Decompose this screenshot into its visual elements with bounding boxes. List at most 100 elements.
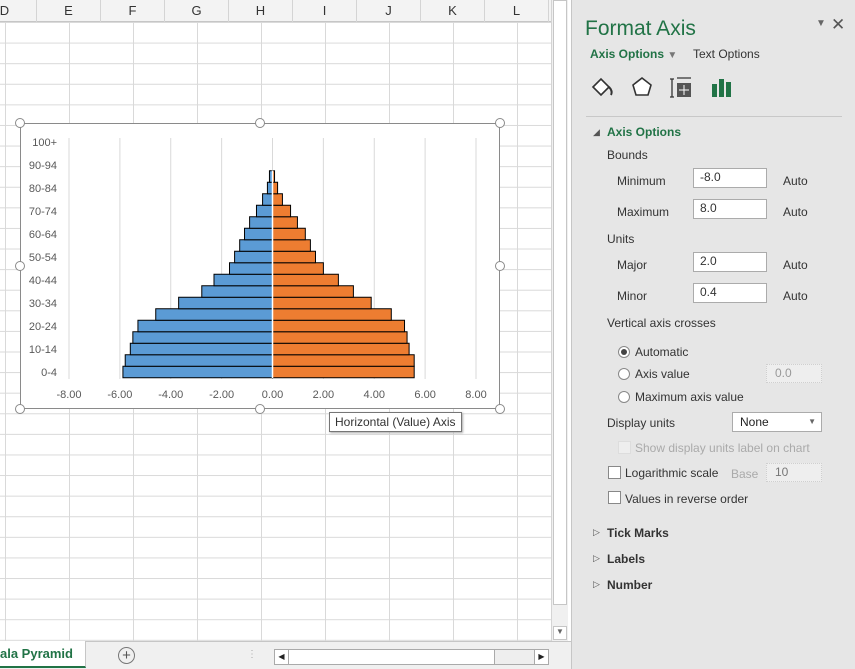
bar-right-80-84	[272, 181, 279, 195]
section-number[interactable]: Number	[607, 578, 652, 592]
x-tick-label: 2.00	[313, 389, 334, 401]
sheet-tab[interactable]: ala Pyramid	[0, 641, 86, 668]
column-header-F[interactable]: F	[101, 0, 165, 22]
expand-icon[interactable]: ▷	[593, 579, 600, 590]
bar-right-20-24	[272, 319, 406, 333]
units-label: Units	[607, 232, 635, 246]
column-header-J[interactable]: J	[357, 0, 421, 22]
bar-left-80-84	[266, 181, 274, 195]
radio-axis-value-label[interactable]: Axis value	[635, 367, 690, 381]
minimum-auto-button[interactable]: Auto	[783, 174, 808, 188]
radio-automatic-label[interactable]: Automatic	[635, 345, 688, 359]
column-header-E[interactable]: E	[37, 0, 101, 22]
collapse-icon[interactable]: ◢	[593, 127, 600, 138]
bar-right-10-14	[272, 342, 410, 356]
column-header-D[interactable]: D	[0, 0, 37, 22]
resize-handle[interactable]	[255, 404, 265, 414]
tab-text-options[interactable]: Text Options	[693, 47, 760, 61]
section-labels[interactable]: Labels	[607, 552, 645, 566]
format-axis-pane: Format Axis ▼ ✕ Axis Options ▼ Text Opti…	[571, 0, 855, 669]
minimum-label: Minimum	[617, 174, 666, 188]
show-units-checkbox[interactable]	[618, 441, 631, 454]
section-tick-marks[interactable]: Tick Marks	[607, 526, 669, 540]
radio-maximum-label[interactable]: Maximum axis value	[635, 390, 744, 404]
bar-left-75-79	[262, 193, 274, 206]
tab-axis-label: Axis Options	[590, 47, 665, 61]
pane-title: Format Axis	[585, 17, 696, 40]
minor-label: Minor	[617, 289, 648, 303]
splitter-icon[interactable]: ⋮	[247, 649, 257, 660]
display-units-label: Display units	[607, 416, 676, 430]
population-pyramid-chart[interactable]: -8.00 -6.00 -4.00 -2.00 0.00 2.00 4.00 6.00 8.00…	[15, 118, 505, 414]
resize-handle[interactable]	[495, 118, 505, 128]
bar-left-70-74	[255, 204, 274, 218]
x-tick-label: -2.00	[209, 389, 234, 401]
vertical-scrollbar[interactable]: ▼	[551, 0, 568, 641]
fill-line-icon[interactable]	[589, 75, 615, 101]
reverse-order-label[interactable]: Values in reverse order	[625, 492, 748, 506]
logarithmic-label[interactable]: Logarithmic scale	[625, 466, 718, 480]
add-sheet-icon[interactable]: +	[118, 647, 135, 664]
x-tick-label: 8.00	[465, 389, 486, 401]
bar-left-55-59	[239, 239, 273, 252]
resize-handle[interactable]	[495, 261, 505, 271]
resize-handle[interactable]	[15, 118, 25, 128]
tab-axis-options[interactable]: Axis Options ▼	[590, 47, 677, 61]
resize-handle[interactable]	[495, 404, 505, 414]
pane-options-icon[interactable]: ▼	[816, 18, 826, 29]
major-input[interactable]: 2.0	[693, 252, 767, 272]
resize-handle[interactable]	[15, 261, 25, 271]
logarithmic-checkbox[interactable]	[608, 466, 621, 479]
minimum-input[interactable]: -8.0	[693, 168, 767, 188]
bar-right-45-49	[272, 262, 324, 275]
section-axis-options[interactable]: Axis Options	[607, 125, 681, 139]
minor-input[interactable]: 0.4	[693, 283, 767, 303]
horizontal-scrollbar[interactable]: ◀ ▶	[274, 649, 549, 665]
minor-auto-button[interactable]: Auto	[783, 289, 808, 303]
column-header-I[interactable]: I	[293, 0, 357, 22]
maximum-label: Maximum	[617, 205, 670, 219]
display-units-value: None	[740, 415, 769, 429]
radio-axis-value[interactable]	[618, 368, 630, 380]
bar-left-35-39	[201, 285, 273, 298]
h-scroll-thumb[interactable]	[289, 650, 495, 664]
effects-icon[interactable]	[629, 75, 655, 101]
resize-handle[interactable]	[15, 404, 25, 414]
column-header-G[interactable]: G	[165, 0, 229, 22]
reverse-order-checkbox[interactable]	[608, 491, 621, 504]
axis-options-icon[interactable]	[709, 75, 735, 101]
x-tick-label: 0.00	[262, 389, 283, 401]
bar-right-55-59	[272, 239, 311, 252]
radio-maximum-axis-value[interactable]	[618, 391, 630, 403]
scroll-thumb[interactable]	[553, 0, 567, 605]
bar-left-20-24	[137, 319, 273, 333]
axis-value-input[interactable]: 0.0	[766, 364, 822, 383]
column-header-L[interactable]: L	[485, 0, 549, 22]
maximum-input[interactable]: 8.0	[693, 199, 767, 219]
column-header-H[interactable]: H	[229, 0, 293, 22]
x-tick-label: 6.00	[414, 389, 435, 401]
column-header-K[interactable]: K	[421, 0, 485, 22]
x-tick-label: -6.00	[107, 389, 132, 401]
x-tick-label: -4.00	[158, 389, 183, 401]
close-icon[interactable]: ✕	[831, 15, 845, 35]
size-properties-icon[interactable]	[669, 75, 695, 101]
bar-left-50-54	[234, 250, 274, 264]
maximum-auto-button[interactable]: Auto	[783, 205, 808, 219]
scroll-right-icon[interactable]: ▶	[534, 650, 548, 664]
scroll-down-icon[interactable]: ▼	[553, 626, 567, 640]
major-auto-button[interactable]: Auto	[783, 258, 808, 272]
bar-right-5-9	[272, 354, 415, 367]
radio-automatic[interactable]	[618, 346, 630, 358]
display-units-select[interactable]: None ▼	[732, 412, 822, 432]
base-input[interactable]: 10	[766, 463, 822, 482]
expand-icon[interactable]: ▷	[593, 553, 600, 564]
expand-icon[interactable]: ▷	[593, 527, 600, 538]
bar-right-25-29	[272, 308, 392, 321]
scroll-left-icon[interactable]: ◀	[275, 650, 289, 664]
worksheet[interactable]: DEFGHIJKL -8.00 -6.00 -4.00 -2.00 0.00 2.00 4.…	[0, 0, 551, 641]
resize-handle[interactable]	[255, 118, 265, 128]
x-tick-label: 4.00	[364, 389, 385, 401]
show-units-label: Show display units label on chart	[635, 441, 810, 455]
y-tick-label: 70-74	[29, 206, 57, 218]
